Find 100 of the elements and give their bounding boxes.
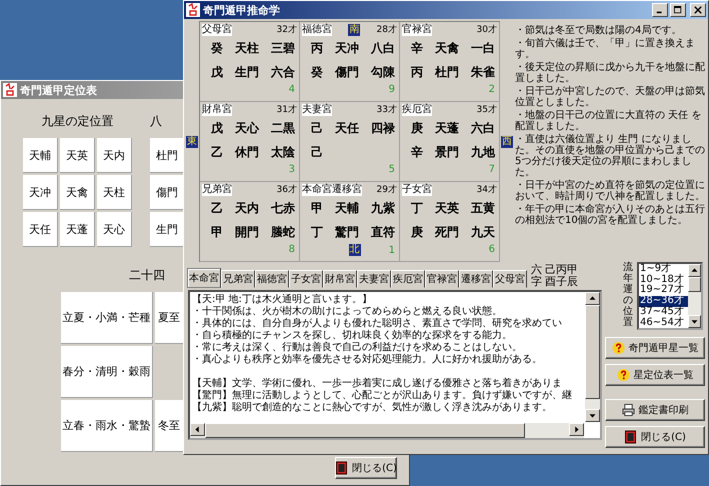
reading-line: ・十干関係は、火が樹木の助けによってめらめらと燃える良い状態。 bbox=[192, 306, 503, 318]
palace-symbol: 天輔 bbox=[334, 200, 360, 216]
star-cell: 天柱 bbox=[97, 175, 132, 210]
gate-cell: 傷門 bbox=[150, 175, 185, 210]
palace-tab[interactable]: 財帛宮 bbox=[323, 270, 357, 288]
palace-name: 夫妻宮 bbox=[302, 104, 332, 116]
print-button[interactable]: 鑑定書印刷 bbox=[605, 399, 705, 421]
palace-number: 8 bbox=[288, 244, 295, 255]
palace-tab[interactable]: 福徳宮 bbox=[255, 270, 289, 288]
list-item[interactable]: 46~54才 bbox=[639, 318, 688, 328]
palace-tab[interactable]: 子女宮 bbox=[289, 270, 323, 288]
solar-term-cell: 冬至 bbox=[155, 400, 184, 452]
scroll-up-button[interactable] bbox=[585, 292, 600, 305]
palace-name: 父母宮 bbox=[202, 24, 232, 36]
reading-text-area[interactable] bbox=[188, 290, 602, 440]
palace-symbol: 丙 bbox=[310, 40, 324, 56]
list-item[interactable]: 37~45才 bbox=[639, 306, 688, 318]
palace-symbol: 戊 bbox=[210, 64, 224, 80]
scroll-down-button[interactable] bbox=[585, 409, 600, 422]
note-text: ・旬首六儀は壬で、「甲」に置き換えます。 bbox=[515, 38, 696, 60]
list-label: 流年運の位置 bbox=[623, 262, 633, 328]
app-icon bbox=[186, 3, 200, 17]
horizontal-scrollbar[interactable] bbox=[190, 423, 584, 438]
palace-symbol: 丁 bbox=[310, 224, 324, 240]
list-button[interactable]: 奇門遁甲星一覧 bbox=[605, 337, 705, 359]
palace-symbol: 天蓬 bbox=[434, 120, 460, 136]
maximize-button[interactable] bbox=[670, 3, 686, 17]
palace-number: 4 bbox=[288, 84, 295, 95]
solar-term-cell: 夏至 bbox=[155, 292, 184, 344]
palace-tab[interactable]: 官禄宮 bbox=[425, 270, 459, 288]
age-label: 28才 bbox=[376, 24, 397, 36]
solar-term-cell: 立夏・小満・芒種 bbox=[61, 292, 153, 344]
star-cell: 天内 bbox=[97, 138, 132, 173]
palace-name: 本命宮遷移宮 bbox=[302, 184, 362, 196]
palace-symbol: 戊 bbox=[210, 120, 224, 136]
reading-line: ・自ら積極的にチャンスを探し、切れ味良く効率的な探求をする能力。 bbox=[192, 330, 513, 342]
scroll-down-button[interactable] bbox=[688, 315, 701, 328]
close-button[interactable] bbox=[690, 3, 706, 17]
palace-tab[interactable]: 遷移宮 bbox=[459, 270, 493, 288]
star-cell: 天英 bbox=[60, 138, 95, 173]
list-item[interactable]: 1~9才 bbox=[639, 264, 688, 275]
note-text: ・後天定位の昇順に戊から九干を地盤に配置しました。 bbox=[515, 62, 706, 84]
scroll-left-button[interactable] bbox=[190, 423, 205, 436]
window-title: 奇門遁甲定位表 bbox=[20, 82, 97, 98]
solar-term-cell: 立春・雨水・驚蟄 bbox=[61, 400, 153, 452]
scroll-thumb[interactable] bbox=[585, 305, 600, 399]
help-icon bbox=[616, 368, 630, 382]
compass-badge: 北 bbox=[348, 244, 361, 256]
palace-tab[interactable]: 疾厄宮 bbox=[391, 270, 425, 288]
palace-symbol: 休門 bbox=[234, 144, 260, 160]
palace-symbol: 九天 bbox=[470, 224, 496, 240]
scroll-thumb[interactable] bbox=[205, 423, 526, 438]
palace-number: 5 bbox=[388, 164, 395, 175]
list-item[interactable]: 10~18才 bbox=[639, 274, 688, 286]
reading-line: 【天輔】文学、学術に優れ、一歩一歩着実に成し遂げる優雅さと落ち着きがありま bbox=[192, 378, 563, 390]
palace-symbol: 生門 bbox=[234, 64, 260, 80]
star-cell: 天輔 bbox=[23, 138, 58, 173]
close-icon bbox=[694, 6, 702, 14]
age-label: 32才 bbox=[276, 24, 297, 36]
star-cell: 天禽 bbox=[60, 175, 95, 210]
list-button[interactable]: 星定位表一覧 bbox=[605, 364, 705, 386]
scroll-right-button[interactable] bbox=[569, 423, 584, 436]
palace-number: 3 bbox=[288, 164, 295, 175]
palace-symbol: 七赤 bbox=[270, 200, 296, 216]
printer-icon bbox=[622, 403, 634, 417]
palace-number: 2 bbox=[488, 84, 495, 95]
scroll-thumb[interactable] bbox=[688, 277, 701, 292]
star-cell: 天心 bbox=[97, 212, 132, 247]
minimize-button[interactable] bbox=[652, 3, 668, 17]
palace-name: 子女宮 bbox=[402, 184, 432, 196]
palace-symbol: 九紫 bbox=[370, 200, 396, 216]
palace-name: 官禄宮 bbox=[402, 24, 432, 36]
palace-symbol: 二黒 bbox=[270, 120, 296, 136]
palace-symbol: 天禽 bbox=[434, 40, 460, 56]
palace-symbol: 天心 bbox=[234, 120, 260, 136]
vertical-scrollbar[interactable] bbox=[585, 292, 600, 422]
note-text: ・日干が中宮のため直符を節気の定位置において、時計周りで八神を配置しました。 bbox=[515, 180, 706, 202]
palace-symbol: 己 bbox=[310, 120, 324, 136]
solar-term-cell: 春分・清明・穀雨 bbox=[61, 346, 153, 398]
palace-symbol: 丁 bbox=[410, 200, 424, 216]
rokuji-value: 酉子辰 bbox=[545, 276, 578, 288]
note-text: ・地盤の日干己の位置に大直符の 天任 を配置しました。 bbox=[515, 110, 702, 132]
close-button[interactable]: 閉じる(C) bbox=[335, 457, 397, 479]
palace-tab[interactable]: 本命宮 bbox=[187, 268, 221, 288]
close-button[interactable]: 閉じる(C) bbox=[605, 426, 705, 448]
palace-symbol: 驚門 bbox=[334, 224, 360, 240]
palace-symbol: 癸 bbox=[310, 64, 324, 80]
age-label: 33才 bbox=[376, 104, 397, 116]
palace-symbol: 六白 bbox=[470, 120, 496, 136]
door-icon bbox=[335, 461, 348, 475]
palace-symbol: 直符 bbox=[370, 224, 396, 240]
palace-tab[interactable]: 夫妻宮 bbox=[357, 270, 391, 288]
note-text: ・直使は六儀位置より 生門 になりました。その直使を地盤の甲位置から己までの5つ分だけ後天定位の昇順にまわしました。 bbox=[515, 134, 706, 178]
list-item[interactable]: 19~27才 bbox=[639, 285, 688, 296]
star-cell: 天冲 bbox=[23, 175, 58, 210]
palace-symbol: 庚 bbox=[410, 224, 424, 240]
palace-tab[interactable]: 兄弟宮 bbox=[221, 270, 255, 288]
scroll-up-button[interactable] bbox=[688, 264, 701, 277]
list-scrollbar[interactable] bbox=[688, 264, 701, 328]
palace-tab[interactable]: 父母宮 bbox=[493, 270, 527, 288]
